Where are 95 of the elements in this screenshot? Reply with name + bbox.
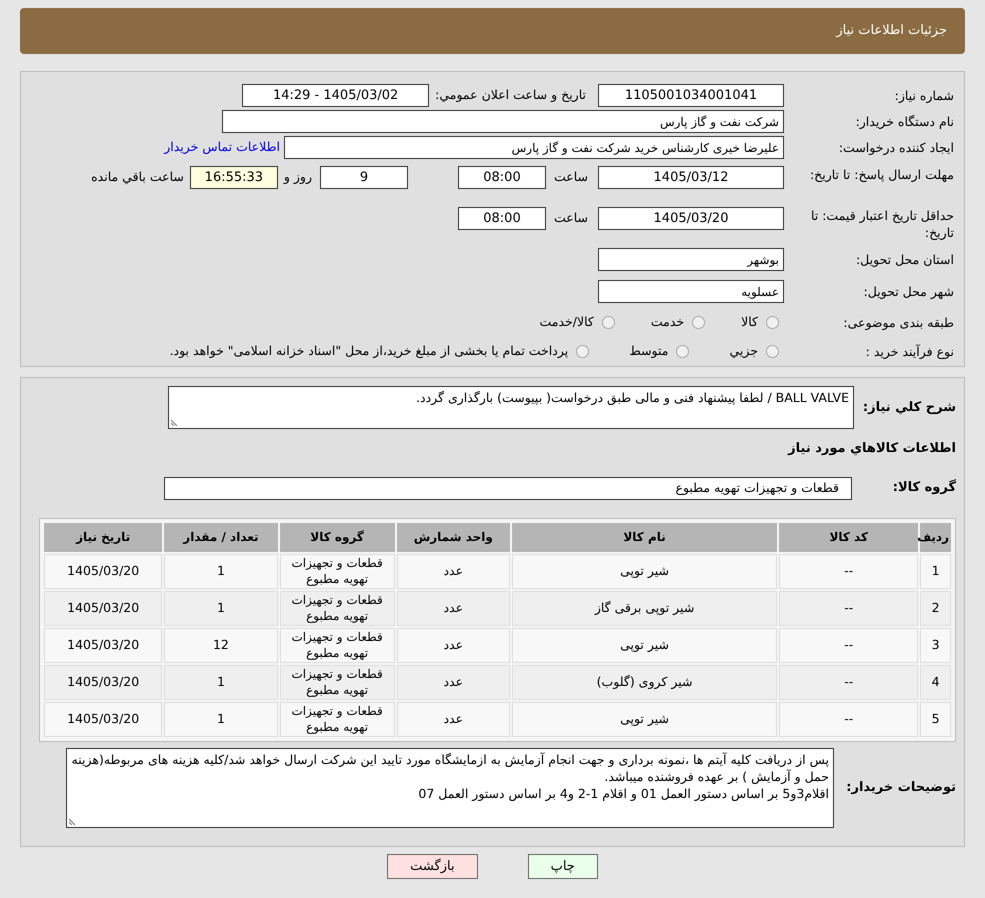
table-cell: 1 xyxy=(164,702,278,736)
countdown-field[interactable]: 16:55:33 xyxy=(190,166,278,189)
text-field[interactable]: 9 xyxy=(320,166,408,189)
column-header: تعداد / مقدار xyxy=(164,522,278,552)
field-label: نام دستگاه خریدار: xyxy=(854,113,954,130)
radio-button[interactable] xyxy=(766,316,779,328)
table-cell: -- xyxy=(779,590,918,626)
table-cell: قطعات و تجهیزات تهویه مطبوع xyxy=(280,664,395,700)
table-cell: 1405/03/20 xyxy=(44,664,162,700)
section-heading: اطلاعات کالاهاي مورد نياز xyxy=(786,440,956,458)
resize-grip-icon[interactable] xyxy=(69,816,77,824)
table-cell: 1405/03/20 xyxy=(44,702,162,736)
radio-button[interactable] xyxy=(676,344,690,358)
radio-label: کالا xyxy=(741,312,758,331)
table-cell: شیر توپی برقی گاز xyxy=(512,590,778,626)
field-label: ساعت xyxy=(554,209,588,228)
table-cell: عدد xyxy=(396,554,510,588)
text-field[interactable]: قطعات و تجهیزات تهویه مطبوع xyxy=(164,476,852,500)
comment-text: پس از دریافت کلیه آیتم ها ،نمونه برداری و جهت انجام آزمایش به ازمایشگاه مورد تایید این شرکت ارسال خواهد شد/کلیه هزینه های مربوطه(هزینه حمل و آزمایش ) بر عهده فروشنده میباشد. xyxy=(71,750,829,784)
field-label: نوع فرآیند خرید : xyxy=(864,342,954,360)
field-label: گروه کالا: xyxy=(892,478,956,498)
text-field[interactable]: بوشهر xyxy=(598,248,784,271)
field-label: شرح کلي نياز: xyxy=(862,398,956,417)
table-cell: عدد xyxy=(396,702,510,736)
table-cell: قطعات و تجهیزات تهویه مطبوع xyxy=(280,702,395,736)
radio-label: جزيي xyxy=(729,342,758,360)
comment-text: اقلام3و5 بر اساس دستور العمل 01 و اقلام 1-2 و4 بر اساس دستور العمل 07 xyxy=(417,784,829,802)
radio-label: خدمت xyxy=(650,312,684,331)
table-cell: قطعات و تجهیزات تهویه مطبوع xyxy=(280,590,395,626)
text-field[interactable]: عسلویه xyxy=(598,280,784,303)
text-field[interactable]: 08:00 xyxy=(458,207,546,230)
field-label: توضیحات خریدار: xyxy=(845,778,956,797)
table-cell: شیر توپی xyxy=(512,702,778,736)
table-cell: شیر کروی (گلوب) xyxy=(512,664,778,700)
table-cell: 5 xyxy=(920,702,951,736)
field-label: روز و xyxy=(284,168,312,186)
table-cell: قطعات و تجهیزات تهویه مطبوع xyxy=(280,628,395,662)
table-cell: 4 xyxy=(920,664,951,700)
table-cell: شیر توپی xyxy=(512,628,778,662)
radio-button[interactable] xyxy=(576,344,590,358)
column-header: کد کالا xyxy=(779,522,918,552)
table-cell: 1405/03/20 xyxy=(44,590,162,626)
field-label: حداقل تاریخ اعتبار قیمت: تا تاریخ: xyxy=(810,207,954,241)
table-cell: 1 xyxy=(164,590,278,626)
radio-label: متوسط xyxy=(629,342,668,360)
text-field[interactable]: علیرضا خیری کارشناس خرید شرکت نفت و گاز پارس xyxy=(284,136,784,159)
text-field[interactable]: شرکت نفت و گاز پارس xyxy=(222,110,784,133)
field-label: شهر محل تحویل: xyxy=(862,283,954,300)
text-field[interactable]: 1405/03/12 xyxy=(598,166,784,189)
text-field[interactable]: 1105001034001041 xyxy=(598,84,784,107)
comments-area[interactable] xyxy=(66,748,834,828)
column-header: تاریخ نیاز xyxy=(44,522,162,552)
table-cell: 1405/03/20 xyxy=(44,554,162,588)
table-cell: 12 xyxy=(164,628,278,662)
radio-button[interactable] xyxy=(766,344,779,358)
field-label: تاریخ و ساعت اعلان عمومي: xyxy=(435,86,586,104)
text-field[interactable]: 1405/03/02 - 14:29 xyxy=(242,84,430,107)
text-field[interactable]: 1405/03/20 xyxy=(598,207,784,230)
table-cell: 1 xyxy=(920,554,951,588)
table-cell: عدد xyxy=(396,590,510,626)
field-label: شماره نیاز: xyxy=(894,87,954,104)
table-cell: 1405/03/20 xyxy=(44,628,162,662)
field-label: ساعت xyxy=(554,168,588,186)
table-cell: -- xyxy=(779,664,918,700)
table-cell: -- xyxy=(779,702,918,736)
text-field[interactable]: 08:00 xyxy=(458,166,546,189)
column-header: گروه کالا xyxy=(280,522,395,552)
table-cell: 2 xyxy=(920,590,951,626)
resize-grip-icon[interactable] xyxy=(171,418,179,426)
field-label: ایجاد کننده درخواست: xyxy=(838,139,954,156)
table-cell: عدد xyxy=(396,628,510,662)
table-cell: 1 xyxy=(164,554,278,588)
back-button[interactable]: بازگشت xyxy=(387,854,478,879)
table-cell: قطعات و تجهیزات تهویه مطبوع xyxy=(280,554,395,588)
process-note: پرداخت تمام یا بخشی از مبلغ خرید،از محل "اسناد خزانه اسلامی" خواهد بود. xyxy=(170,342,568,360)
column-header: نام کالا xyxy=(512,522,778,552)
table-cell: عدد xyxy=(396,664,510,700)
column-header: ردیف xyxy=(920,522,951,552)
description-area[interactable]: BALL VALVE / لطفا پیشنهاد فنی و مالی طبق درخواست( بپیوست) بارگذاری گردد. xyxy=(168,386,854,429)
table-cell: -- xyxy=(779,628,918,662)
field-label: طبقه بندی موضوعی: xyxy=(842,314,954,330)
column-header: واحد شمارش xyxy=(396,522,510,552)
radio-button[interactable] xyxy=(692,316,706,328)
page-title: جزئیات اطلاعات نیاز xyxy=(836,22,947,40)
buyer-contact-link[interactable]: اطلاعات تماس خریدار xyxy=(164,138,280,157)
radio-label: کالا/خدمت xyxy=(539,312,594,331)
table-cell: -- xyxy=(779,554,918,588)
print-button[interactable]: چاپ xyxy=(528,854,598,879)
field-label: مهلت ارسال پاسخ: تا تاریخ: xyxy=(808,166,954,183)
table-cell: شیر توپی xyxy=(512,554,778,588)
radio-button[interactable] xyxy=(602,316,615,328)
field-label: ساعت باقي مانده xyxy=(91,168,184,186)
table-cell: 3 xyxy=(920,628,951,662)
table-cell: 1 xyxy=(164,664,278,700)
field-label: استان محل تحویل: xyxy=(854,251,954,268)
